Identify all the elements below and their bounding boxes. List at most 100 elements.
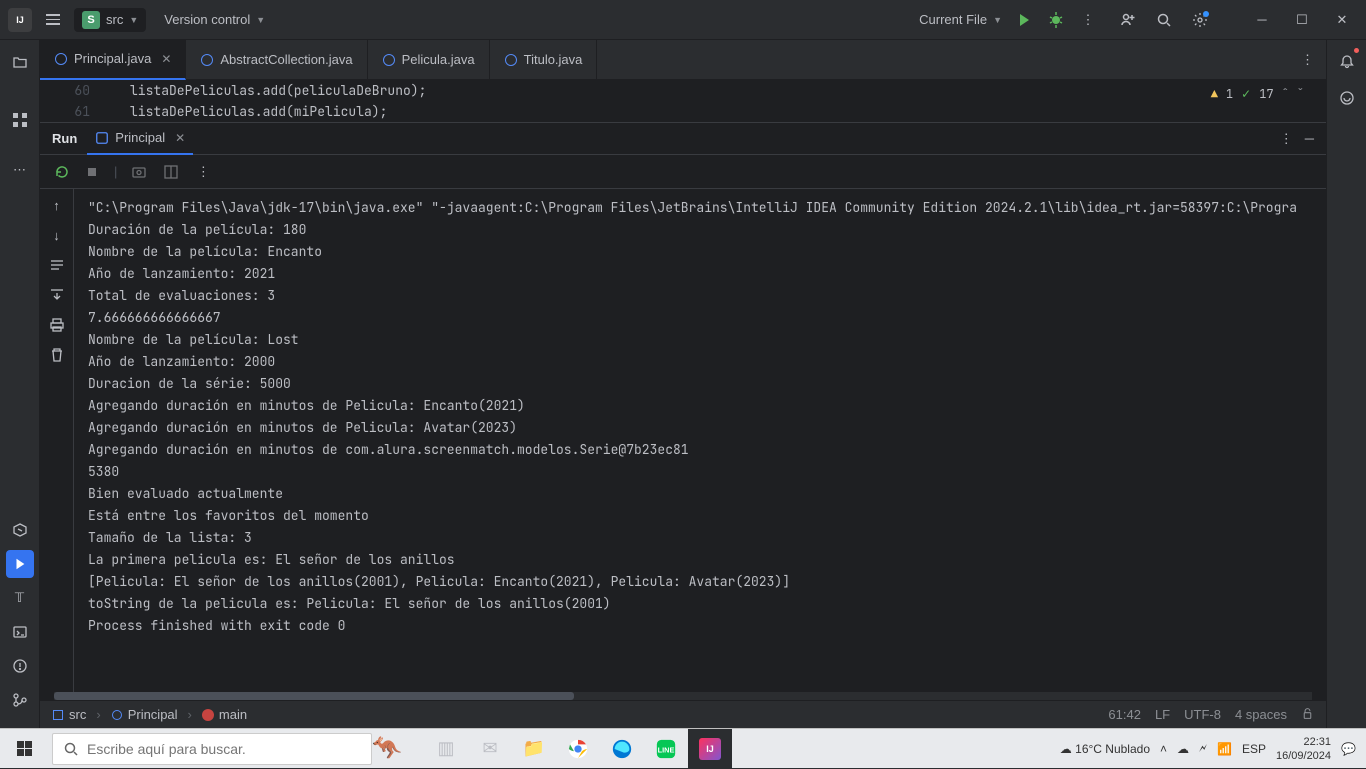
vcs-selector[interactable]: Version control ▼ bbox=[164, 12, 265, 27]
action-center-icon[interactable]: 💬 bbox=[1341, 742, 1356, 756]
soft-wrap-icon[interactable] bbox=[47, 255, 67, 275]
ai-assistant-icon[interactable] bbox=[1333, 84, 1361, 112]
encoding[interactable]: UTF-8 bbox=[1184, 707, 1221, 722]
stop-icon[interactable] bbox=[82, 162, 102, 182]
onedrive-icon[interactable]: ☁ bbox=[1177, 742, 1189, 756]
chevron-down-icon: ▼ bbox=[256, 15, 265, 25]
layout-icon[interactable] bbox=[161, 162, 181, 182]
left-tool-strip: ⋯ 𝕋 bbox=[0, 40, 40, 728]
rerun-icon[interactable] bbox=[52, 162, 72, 182]
run-config-tab[interactable]: Principal ✕ bbox=[87, 123, 193, 155]
app-logo-icon: IJ bbox=[8, 8, 32, 32]
minimize-button[interactable]: ─ bbox=[1246, 4, 1278, 36]
project-tool-icon[interactable] bbox=[6, 48, 34, 76]
network-icon[interactable]: 📶 bbox=[1217, 742, 1232, 756]
console-output[interactable]: "C:\Program Files\Java\jdk-17\bin\java.e… bbox=[74, 189, 1326, 692]
tab-label: Principal.java bbox=[74, 51, 151, 66]
weather-widget[interactable]: ☁ 16°C Nublado bbox=[1060, 742, 1150, 756]
editor[interactable]: 60 listaDePeliculas.add(peliculaDeBruno)… bbox=[40, 80, 1326, 122]
update-dot-icon bbox=[1203, 11, 1209, 17]
run-panel-hide-icon[interactable]: ─ bbox=[1305, 131, 1314, 146]
maximize-button[interactable]: ☐ bbox=[1286, 4, 1318, 36]
print-icon[interactable] bbox=[47, 315, 67, 335]
close-icon[interactable]: ✕ bbox=[175, 131, 185, 145]
chrome-icon[interactable] bbox=[556, 729, 600, 769]
class-file-icon bbox=[54, 52, 68, 66]
tray-chevron-icon[interactable]: ˄ bbox=[1160, 742, 1167, 756]
run-tool-icon[interactable] bbox=[6, 550, 34, 578]
breadcrumb-root[interactable]: src bbox=[52, 707, 86, 722]
close-icon[interactable]: ✕ bbox=[161, 52, 171, 66]
mail-app-icon[interactable]: ✉ bbox=[468, 729, 512, 769]
notification-dot-icon bbox=[1354, 48, 1359, 53]
project-badge-icon: S bbox=[82, 11, 100, 29]
chevron-down-icon[interactable]: ˇ bbox=[1297, 86, 1304, 102]
line-number: 61 bbox=[40, 103, 130, 120]
breadcrumb-class[interactable]: Principal bbox=[111, 707, 178, 722]
services-tool-icon[interactable] bbox=[6, 516, 34, 544]
windows-search[interactable] bbox=[52, 733, 372, 765]
run-button[interactable] bbox=[1014, 10, 1034, 30]
run-config-selector[interactable]: Current File ▼ bbox=[919, 12, 1002, 27]
search-icon[interactable] bbox=[1154, 10, 1174, 30]
notifications-icon[interactable] bbox=[1333, 48, 1361, 76]
readonly-lock-icon[interactable] bbox=[1301, 707, 1314, 723]
start-button[interactable] bbox=[0, 729, 48, 769]
terminal-tool-icon[interactable] bbox=[6, 618, 34, 646]
code-with-me-icon[interactable] bbox=[1118, 10, 1138, 30]
tab-label: Pelicula.java bbox=[402, 52, 475, 67]
chevron-right-icon: › bbox=[96, 707, 100, 722]
run-panel-more-icon[interactable]: ⋮ bbox=[1280, 131, 1293, 147]
scroll-down-icon[interactable]: ↓ bbox=[47, 225, 67, 245]
project-name-label: src bbox=[106, 12, 123, 27]
close-button[interactable]: ✕ bbox=[1326, 4, 1358, 36]
file-explorer-icon[interactable]: 📁 bbox=[512, 729, 556, 769]
tab-pelicula[interactable]: Pelicula.java bbox=[368, 40, 490, 80]
bookmarks-tool-icon[interactable]: 𝕋 bbox=[6, 584, 34, 612]
code-text: listaDePeliculas.add(miPelicula); bbox=[130, 103, 387, 120]
run-config-label: Current File bbox=[919, 12, 987, 27]
class-file-icon bbox=[200, 53, 214, 67]
screenshot-icon[interactable] bbox=[129, 162, 149, 182]
more-run-actions-icon[interactable]: ⋮ bbox=[1078, 10, 1098, 30]
task-view-icon[interactable]: ▥ bbox=[424, 729, 468, 769]
inspection-status[interactable]: ▲ 1 ✓ 17 ˆ ˇ bbox=[1211, 86, 1304, 102]
line-number: 60 bbox=[40, 82, 130, 99]
debug-button[interactable] bbox=[1046, 10, 1066, 30]
run-tab-label: Principal bbox=[115, 130, 165, 145]
line-separator[interactable]: LF bbox=[1155, 707, 1170, 722]
battery-icon[interactable]: 🗲 bbox=[1199, 741, 1207, 756]
structure-tool-icon[interactable] bbox=[6, 106, 34, 134]
chevron-up-icon[interactable]: ˆ bbox=[1282, 86, 1289, 102]
trash-icon[interactable] bbox=[47, 345, 67, 365]
tabs-more-icon[interactable]: ⋮ bbox=[1289, 52, 1326, 68]
project-selector[interactable]: S src ▼ bbox=[74, 8, 146, 32]
search-input[interactable] bbox=[87, 741, 361, 757]
vcs-tool-icon[interactable] bbox=[6, 686, 34, 714]
language-indicator[interactable]: ESP bbox=[1242, 742, 1266, 756]
tab-abstractcollection[interactable]: AbstractCollection.java bbox=[186, 40, 367, 80]
intellij-taskbar-icon[interactable]: IJ bbox=[688, 729, 732, 769]
title-bar: IJ S src ▼ Version control ▼ Current Fil… bbox=[0, 0, 1366, 40]
tab-principal[interactable]: Principal.java ✕ bbox=[40, 40, 186, 80]
clock[interactable]: 22:31 16/09/2024 bbox=[1276, 735, 1331, 763]
line-app-icon[interactable]: LINE bbox=[644, 729, 688, 769]
cortana-animal-icon: 🦘 bbox=[372, 733, 404, 765]
scroll-up-icon[interactable]: ↑ bbox=[47, 195, 67, 215]
method-icon bbox=[202, 709, 214, 721]
scroll-to-end-icon[interactable] bbox=[47, 285, 67, 305]
toolbar-more-icon[interactable]: ⋮ bbox=[193, 162, 213, 182]
indent[interactable]: 4 spaces bbox=[1235, 707, 1287, 722]
breadcrumb-method[interactable]: main bbox=[202, 707, 247, 722]
more-tools-icon[interactable]: ⋯ bbox=[6, 156, 34, 184]
folder-icon bbox=[52, 709, 64, 721]
caret-position[interactable]: 61:42 bbox=[1108, 707, 1141, 722]
main-menu-button[interactable] bbox=[40, 8, 66, 31]
tab-titulo[interactable]: Titulo.java bbox=[490, 40, 598, 80]
edge-icon[interactable] bbox=[600, 729, 644, 769]
horizontal-scrollbar[interactable] bbox=[54, 692, 1312, 700]
problems-tool-icon[interactable] bbox=[6, 652, 34, 680]
settings-icon[interactable] bbox=[1190, 10, 1210, 30]
check-count: 17 bbox=[1259, 86, 1273, 102]
svg-text:LINE: LINE bbox=[658, 745, 675, 754]
